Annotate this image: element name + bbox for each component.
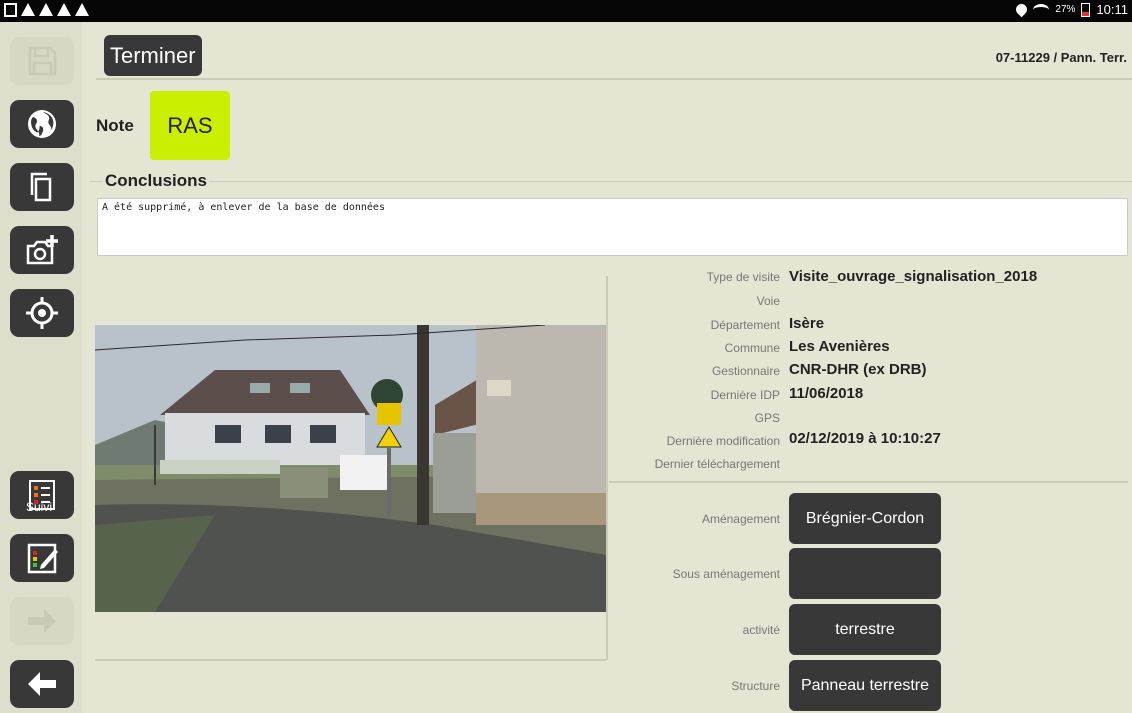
warning-icon	[39, 3, 53, 16]
location-icon	[1014, 1, 1030, 18]
copy-icon	[30, 172, 52, 202]
site-photo-illustration	[95, 325, 606, 612]
arrow-right-icon	[28, 609, 56, 633]
info-value-type-visite: Visite_ouvrage_signalisation_2018	[789, 268, 1038, 285]
notification-icons	[4, 3, 89, 17]
info-label-gestionnaire: Gestionnaire	[711, 364, 780, 378]
save-icon	[28, 46, 57, 76]
info-label-commune: Commune	[724, 341, 780, 355]
suivi-button[interactable]: Suivi	[10, 471, 74, 519]
crosshair-icon	[26, 297, 58, 329]
suivi-label: Suivi	[26, 500, 53, 514]
copy-button[interactable]	[10, 163, 74, 211]
arrow-left-icon	[28, 672, 56, 696]
warning-icon	[21, 3, 35, 16]
conclusions-title: Conclusions	[103, 171, 210, 191]
clock: 10:11	[1096, 2, 1128, 17]
conclusions-field[interactable]: A été supprimé, à enlever de la base de …	[97, 198, 1128, 256]
info-label-voie: Voie	[756, 294, 780, 308]
sidebar: Suivi	[0, 22, 82, 713]
gps-button[interactable]	[10, 289, 74, 337]
divider	[95, 659, 606, 661]
note-label: Note	[96, 116, 134, 135]
activite-button[interactable]: terrestre	[789, 604, 941, 655]
info-label-dernier-telechargement: Dernier téléchargement	[654, 457, 780, 471]
info-value-departement: Isère	[789, 315, 825, 332]
amenagement-button[interactable]: Brégnier-Cordon	[789, 493, 941, 544]
info-value-derniere-idp: 11/06/2018	[789, 385, 864, 402]
field-label-activite: activité	[742, 623, 780, 637]
warning-icon	[75, 3, 89, 16]
note-badge[interactable]: RAS	[150, 91, 230, 160]
info-value-commune: Les Avenières	[789, 338, 890, 355]
divider	[606, 276, 608, 660]
info-value-gestionnaire: CNR-DHR (ex DRB)	[789, 361, 927, 378]
back-button[interactable]	[10, 660, 74, 708]
add-photo-icon	[26, 235, 58, 265]
battery-icon	[1081, 2, 1091, 17]
header: Terminer 07-11229 / Pann. Terr.	[96, 22, 1132, 80]
save-button[interactable]	[10, 37, 74, 85]
field-label-sous-amenagement: Sous aménagement	[672, 567, 780, 581]
info-label-gps: GPS	[754, 411, 780, 425]
structure-button[interactable]: Panneau terrestre	[789, 660, 941, 711]
terminer-button[interactable]: Terminer	[104, 35, 202, 76]
image-notification-icon	[4, 3, 17, 17]
divider	[609, 481, 1128, 483]
info-value-derniere-modification: 02/12/2019 à 10:10:27	[789, 430, 941, 447]
info-label-type-visite: Type de visite	[706, 270, 780, 284]
info-label-derniere-modification: Dernière modification	[666, 434, 780, 448]
field-label-amenagement: Aménagement	[701, 512, 780, 526]
info-label-departement: Département	[710, 318, 780, 332]
info-label-derniere-idp: Dernière IDP	[710, 388, 780, 402]
field-label-structure: Structure	[731, 679, 780, 693]
site-photo[interactable]	[95, 325, 606, 612]
status-bar: 27% 10:11	[0, 0, 1132, 22]
add-photo-button[interactable]	[10, 226, 74, 274]
edit-checklist-button[interactable]	[10, 534, 74, 582]
next-button[interactable]	[10, 597, 74, 645]
battery-percent: 27%	[1055, 4, 1076, 15]
sous-amenagement-button[interactable]	[789, 548, 941, 599]
wifi-icon	[1033, 3, 1050, 16]
warning-icon	[57, 3, 71, 16]
object-reference: 07-11229 / Pann. Terr.	[995, 50, 1127, 65]
conclusions-divider	[90, 181, 1132, 182]
map-button[interactable]	[10, 100, 74, 148]
globe-icon	[28, 110, 56, 138]
edit-checklist-icon	[27, 543, 58, 574]
